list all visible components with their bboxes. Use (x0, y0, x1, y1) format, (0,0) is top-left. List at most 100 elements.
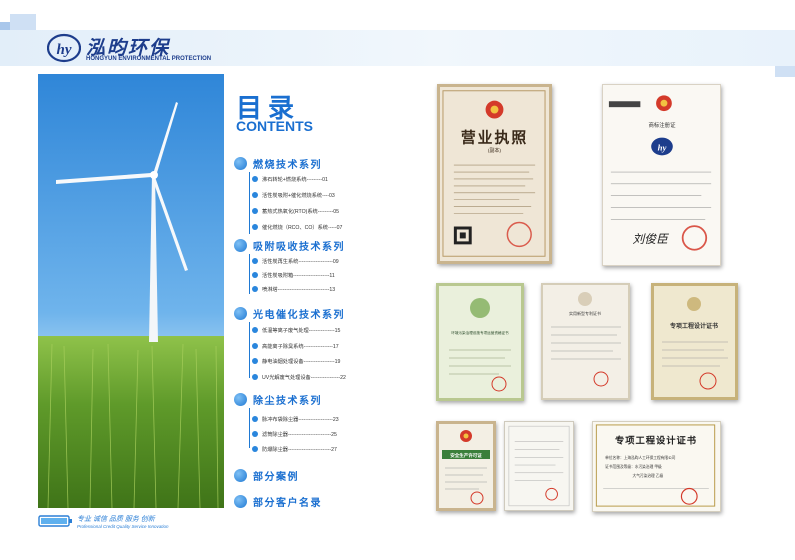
toc-item[interactable]: UV光解废气处理设备-----------------22 (252, 372, 360, 382)
item-bullet-icon (252, 374, 258, 380)
safety-body: 安全生产许可证 (442, 430, 490, 505)
toc-section-clients[interactable]: 部分客户名录 (234, 494, 322, 509)
toc-section-combustion[interactable]: 燃烧技术系列 (234, 156, 322, 171)
patent-certificate: 实用新型专利证书 (541, 283, 630, 400)
item-bullet-icon (252, 358, 258, 364)
trademark-body: 商标注册证 hy 刘俊臣 (608, 95, 712, 251)
patent-title: 实用新型专利证书 (569, 310, 601, 316)
section-bullet-icon (234, 469, 247, 482)
section-bullet-icon (234, 157, 247, 170)
brand-logo-icon: hy (47, 33, 81, 63)
toc-item[interactable]: 滤筒除尘器-------------------------25 (252, 429, 360, 439)
slogan-cn: 专业 诚信 品质 服务 创新 (77, 516, 155, 523)
wind-turbine-photo (38, 74, 224, 508)
item-text: 滤筒除尘器-------------------------25 (262, 431, 337, 438)
license-body: 营业执照 (副本) (442, 90, 546, 257)
section-bullet-icon (234, 393, 247, 406)
trademark-certificate: 商标注册证 hy 刘俊臣 (602, 84, 721, 266)
patent-small-body (508, 425, 570, 507)
item-bullet-icon (252, 327, 258, 333)
section-bullet-icon (234, 307, 247, 320)
item-bullet-icon (252, 258, 258, 264)
item-text: 沸石转轮+燃烧系统---------01 (262, 176, 328, 183)
eia-title: 环境污染治理设施专项运营资格证书 (451, 330, 509, 335)
license-subtitle: (副本) (488, 147, 502, 154)
slogan-battery-icon (38, 515, 72, 527)
toc-item[interactable]: 低温等离子废气处理---------------15 (252, 325, 360, 335)
section-connector (249, 254, 250, 294)
business-license-certificate: 营业执照 (副本) (437, 84, 552, 264)
section-bullet-icon (234, 239, 247, 252)
toc-section-dust-removal[interactable]: 除尘技术系列 (234, 392, 322, 407)
item-bullet-icon (252, 446, 258, 452)
item-bullet-icon (252, 224, 258, 230)
item-text: 活性炭吸附+催化燃烧系统----03 (262, 192, 335, 199)
design-small-title: 专项工程设计证书 (670, 322, 718, 330)
design-large-body: 专项工程设计证书 单位名称：上海泓昀人工环保工程有限公司 证书范围及等级：水污染… (595, 424, 716, 507)
item-bullet-icon (252, 192, 258, 198)
safety-title: 安全生产许可证 (450, 452, 482, 459)
toc-item[interactable]: 防爆除尘器-------------------------27 (252, 444, 360, 454)
item-text: 低温等离子废气处理---------------15 (262, 327, 341, 334)
section-label: 燃烧技术系列 (253, 160, 322, 171)
license-title: 营业执照 (461, 128, 528, 146)
item-text: 活性炭吸附箱---------------------11 (262, 272, 335, 279)
toc-section-cases[interactable]: 部分案例 (234, 468, 299, 483)
item-bullet-icon (252, 416, 258, 422)
patent-body: 实用新型专利证书 (551, 292, 621, 387)
eia-body: 环境污染治理设施专项运营资格证书 (449, 298, 511, 392)
design-large-line: 证书范围及等级：水污染治理 甲级 (605, 464, 662, 469)
design-large-title: 专项工程设计证书 (615, 435, 697, 447)
item-text: 催化燃烧（RCO、CO）系统-----07 (262, 224, 343, 231)
brand-name-en: HONGYUN ENVIRONMENTAL PROTECTION (86, 56, 212, 62)
item-text: UV光解废气处理设备-----------------22 (262, 374, 346, 381)
toc-item[interactable]: 活性炭吸附箱---------------------11 (252, 270, 360, 280)
item-text: 防爆除尘器-------------------------27 (262, 446, 337, 453)
section-label: 除尘技术系列 (253, 396, 322, 407)
item-bullet-icon (252, 431, 258, 437)
item-text: 蓄热式热氧化(RTO)系统---------05 (262, 208, 340, 215)
design-certificate-large: 专项工程设计证书 单位名称：上海泓昀人工环保工程有限公司 证书范围及等级：水污染… (592, 421, 721, 512)
toc-item[interactable]: 蓄热式热氧化(RTO)系统---------05 (252, 206, 360, 216)
toc-item[interactable]: 活性炭再生系统--------------------09 (252, 256, 360, 266)
toc-item[interactable]: 催化燃烧（RCO、CO）系统-----07 (252, 222, 360, 232)
toc-item[interactable]: 活性炭吸附+催化燃烧系统----03 (252, 190, 360, 200)
item-bullet-icon (252, 208, 258, 214)
section-label: 吸附吸收技术系列 (253, 242, 345, 253)
toc-item[interactable]: 高能离子除臭系统-----------------17 (252, 341, 360, 351)
toc-item[interactable]: 脉冲布袋除尘器--------------------23 (252, 414, 360, 424)
design-large-line: 单位名称：上海泓昀人工环保工程有限公司 (605, 455, 676, 460)
logo-text: hy (57, 42, 72, 58)
toc-section-adsorption[interactable]: 吸附吸收技术系列 (234, 238, 345, 253)
item-bullet-icon (252, 286, 258, 292)
trademark-signature: 刘俊臣 (633, 232, 670, 246)
operation-qualification-certificate: 环境污染治理设施专项运营资格证书 (436, 283, 524, 401)
item-text: 脉冲布袋除尘器--------------------23 (262, 416, 339, 423)
design-certificate-small: 专项工程设计证书 (651, 283, 738, 400)
slogan-en: Professional Credit Quality Service Inno… (77, 524, 169, 529)
item-text: 高能离子除臭系统-----------------17 (262, 343, 339, 350)
section-connector (249, 172, 250, 234)
toc-subtitle: CONTENTS (236, 118, 313, 134)
section-connector (249, 322, 250, 378)
item-text: 静电油烟处理设备------------------19 (262, 358, 341, 365)
toc-section-photocatalysis[interactable]: 光电催化技术系列 (234, 306, 345, 321)
section-label: 部分案例 (253, 472, 299, 483)
design-large-line: 大气污染治理 乙级 (633, 473, 664, 478)
item-bullet-icon (252, 176, 258, 182)
trademark-logo: hy (658, 142, 667, 152)
toc-item[interactable]: 喷淋塔------------------------------13 (252, 284, 360, 294)
section-label: 部分客户名录 (253, 498, 322, 509)
toc-item[interactable]: 静电油烟处理设备------------------19 (252, 356, 360, 366)
item-text: 活性炭再生系统--------------------09 (262, 258, 339, 265)
item-bullet-icon (252, 272, 258, 278)
patent-certificate-small (504, 421, 574, 511)
safety-production-license: 安全生产许可证 (436, 421, 496, 511)
toc-item[interactable]: 沸石转轮+燃烧系统---------01 (252, 174, 360, 184)
design-small-body: 专项工程设计证书 (662, 297, 728, 390)
section-connector (249, 408, 250, 448)
item-bullet-icon (252, 343, 258, 349)
section-bullet-icon (234, 495, 247, 508)
trademark-title: 商标注册证 (649, 121, 677, 129)
section-label: 光电催化技术系列 (253, 310, 345, 321)
